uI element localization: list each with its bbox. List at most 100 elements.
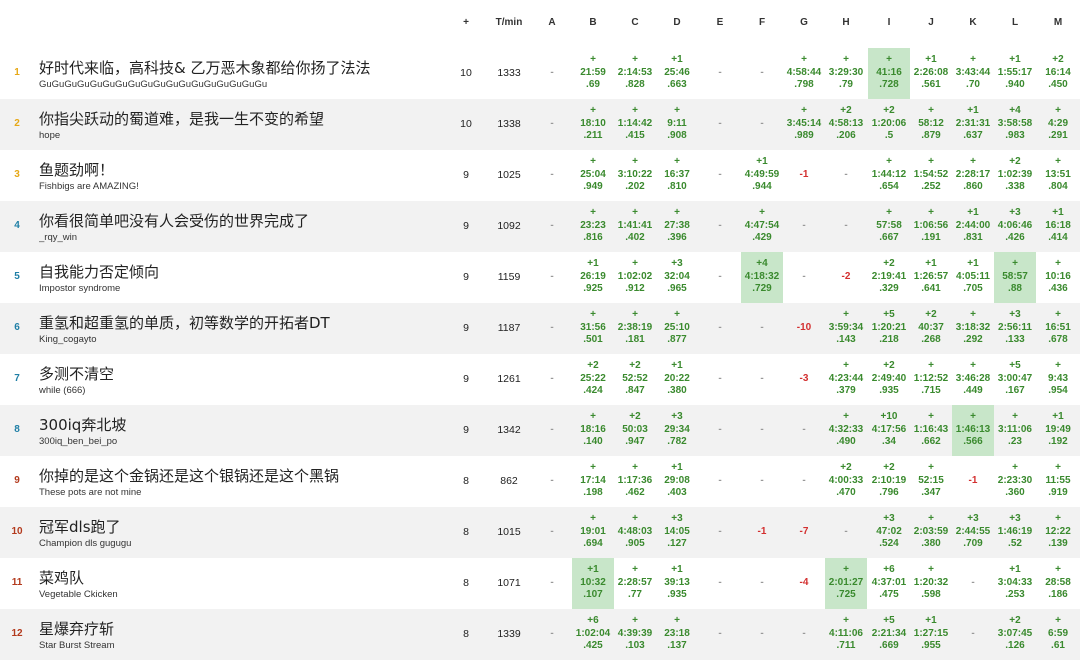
problem-cell-j[interactable]: +1:16:43.662 — [910, 405, 952, 456]
problem-cell-e[interactable]: - — [699, 99, 741, 150]
team-row[interactable]: 7 多测不清空 while (666) 9 1261- +2 25:22.424 +2 52:5… — [0, 354, 1080, 405]
team-name[interactable]: 你指尖跃动的蜀道难，是我一生不变的希望 — [39, 108, 409, 129]
problem-cell-c[interactable]: +2:14:53.828 — [614, 48, 656, 99]
problem-cell-a[interactable]: - — [531, 99, 573, 150]
problem-cell-f[interactable]: +4:47:54.429 — [741, 201, 783, 252]
problem-cell-i[interactable]: +5 1:20:21.218 — [868, 303, 910, 354]
problem-cell-h[interactable]: +2:01:27.725 — [825, 558, 867, 609]
problem-cell-b[interactable]: +2 25:22.424 — [572, 354, 614, 405]
problem-cell-f[interactable]: - — [741, 405, 783, 456]
problem-cell-b[interactable]: +17:14.198 — [572, 456, 614, 507]
problem-cell-j[interactable]: +1 2:26:08.561 — [910, 48, 952, 99]
problem-cell-d[interactable]: +3 29:34.782 — [656, 405, 698, 456]
team-row[interactable]: 9 你掉的是这个金锅还是这个银锅还是这个黑锅 These pots are not … — [0, 456, 1080, 507]
problem-cell-j[interactable]: +58:12.879 — [910, 99, 952, 150]
problem-cell-m[interactable]: +4:29.291 — [1037, 99, 1079, 150]
team-row[interactable]: 4 你看很简单吧没有人会受伤的世界完成了 _rqy_win 9 1092 - +23:23.… — [0, 201, 1080, 252]
problem-cell-a[interactable]: - — [531, 303, 573, 354]
team-row[interactable]: 2 你指尖跃动的蜀道难，是我一生不变的希望 hope 10 1338 - +18:10.21… — [0, 99, 1080, 150]
team-name[interactable]: 冠军dls跑了 — [39, 516, 409, 537]
problem-cell-l[interactable]: +1 3:04:33.253 — [994, 558, 1036, 609]
problem-cell-h[interactable]: - — [825, 201, 867, 252]
problem-cell-m[interactable]: +1 16:18.414 — [1037, 201, 1079, 252]
problem-cell-k[interactable]: +3:18:32.292 — [952, 303, 994, 354]
problem-cell-h[interactable]: +3:59:34.143 — [825, 303, 867, 354]
problem-cell-j[interactable]: +1:20:32.598 — [910, 558, 952, 609]
problem-cell-f[interactable]: -1 — [741, 507, 783, 558]
problem-cell-j[interactable]: +1:54:52.252 — [910, 150, 952, 201]
problem-cell-j[interactable]: +1:12:52.715 — [910, 354, 952, 405]
problem-header-e[interactable]: E — [699, 17, 741, 28]
team-name[interactable]: 星爆弃疗斩 — [39, 618, 409, 639]
problem-cell-m[interactable]: +12:22.139 — [1037, 507, 1079, 558]
problem-cell-a[interactable]: - — [531, 48, 573, 99]
problem-cell-f[interactable]: +1 4:49:59.944 — [741, 150, 783, 201]
team-name[interactable]: 多测不清空 — [39, 363, 409, 384]
problem-cell-e[interactable]: - — [699, 252, 741, 303]
team-row[interactable]: 12 星爆弃疗斩 Star Burst Stream 8 1339 - +6 1:02:04.… — [0, 609, 1080, 660]
problem-cell-m[interactable]: +6:59.61 — [1037, 609, 1079, 660]
problem-cell-k[interactable]: +3 2:44:55.709 — [952, 507, 994, 558]
problem-header-l[interactable]: L — [994, 17, 1036, 28]
problem-header-k[interactable]: K — [952, 17, 994, 28]
problem-cell-h[interactable]: +3:29:30.79 — [825, 48, 867, 99]
problem-cell-d[interactable]: +23:18.137 — [656, 609, 698, 660]
problem-cell-h[interactable]: +2 4:00:33.470 — [825, 456, 867, 507]
problem-cell-d[interactable]: +27:38.396 — [656, 201, 698, 252]
problem-cell-c[interactable]: +4:48:03.905 — [614, 507, 656, 558]
problem-cell-d[interactable]: +1 20:22.380 — [656, 354, 698, 405]
problem-cell-k[interactable]: +3:46:28.449 — [952, 354, 994, 405]
problem-cell-a[interactable]: - — [531, 354, 573, 405]
problem-cell-a[interactable]: - — [531, 609, 573, 660]
problem-cell-e[interactable]: - — [699, 405, 741, 456]
problem-cell-b[interactable]: +19:01.694 — [572, 507, 614, 558]
problem-cell-m[interactable]: +9:43.954 — [1037, 354, 1079, 405]
problem-cell-c[interactable]: +4:39:39.103 — [614, 609, 656, 660]
problem-cell-k[interactable]: +1 4:05:11.705 — [952, 252, 994, 303]
problem-cell-i[interactable]: +2 2:49:40.935 — [868, 354, 910, 405]
problem-header-j[interactable]: J — [910, 17, 952, 28]
problem-cell-i[interactable]: +41:16.728 — [868, 48, 910, 99]
problem-cell-j[interactable]: +2:03:59.380 — [910, 507, 952, 558]
problem-cell-h[interactable]: +4:11:06.711 — [825, 609, 867, 660]
problem-cell-e[interactable]: - — [699, 201, 741, 252]
team-row[interactable]: 10 冠军dls跑了 Champion dls gugugu 8 1015 - +19:01… — [0, 507, 1080, 558]
problem-cell-j[interactable]: +1 1:27:15.955 — [910, 609, 952, 660]
problem-cell-i[interactable]: +2 2:19:41.329 — [868, 252, 910, 303]
problem-cell-d[interactable]: +3 14:05.127 — [656, 507, 698, 558]
problem-cell-m[interactable]: +16:51.678 — [1037, 303, 1079, 354]
problem-cell-l[interactable]: +4 3:58:58.983 — [994, 99, 1036, 150]
problem-cell-i[interactable]: +1:44:12.654 — [868, 150, 910, 201]
problem-cell-g[interactable]: -10 — [783, 303, 825, 354]
team-name[interactable]: 你掉的是这个金锅还是这个银锅还是这个黑锅 — [39, 465, 409, 486]
problem-cell-i[interactable]: +10 4:17:56.34 — [868, 405, 910, 456]
problem-cell-f[interactable]: - — [741, 303, 783, 354]
problem-cell-g[interactable]: -4 — [783, 558, 825, 609]
problem-cell-l[interactable]: +2 1:02:39.338 — [994, 150, 1036, 201]
problem-cell-e[interactable]: - — [699, 609, 741, 660]
problem-header-i[interactable]: I — [868, 17, 910, 28]
problem-cell-m[interactable]: +11:55.919 — [1037, 456, 1079, 507]
problem-cell-i[interactable]: +5 2:21:34.669 — [868, 609, 910, 660]
problem-cell-g[interactable]: +3:45:14.989 — [783, 99, 825, 150]
problem-cell-g[interactable]: - — [783, 201, 825, 252]
problem-cell-a[interactable]: - — [531, 507, 573, 558]
problem-cell-m[interactable]: +2 16:14.450 — [1037, 48, 1079, 99]
problem-cell-k[interactable]: -1 — [952, 456, 994, 507]
problem-cell-c[interactable]: +2:28:57.77 — [614, 558, 656, 609]
problem-cell-j[interactable]: +1:06:56.191 — [910, 201, 952, 252]
problem-cell-a[interactable]: - — [531, 405, 573, 456]
problem-cell-a[interactable]: - — [531, 456, 573, 507]
problem-cell-k[interactable]: +3:43:44.70 — [952, 48, 994, 99]
team-name[interactable]: 菜鸡队 — [39, 567, 409, 588]
problem-cell-d[interactable]: +1 25:46.663 — [656, 48, 698, 99]
problem-cell-m[interactable]: +1 19:49.192 — [1037, 405, 1079, 456]
problem-cell-f[interactable]: - — [741, 456, 783, 507]
problem-header-c[interactable]: C — [614, 17, 656, 28]
problem-cell-c[interactable]: +2 52:52.847 — [614, 354, 656, 405]
problem-cell-l[interactable]: +1 1:55:17.940 — [994, 48, 1036, 99]
problem-cell-k[interactable]: +1 2:31:31.637 — [952, 99, 994, 150]
problem-cell-d[interactable]: +3 32:04.965 — [656, 252, 698, 303]
problem-cell-c[interactable]: +1:02:02.912 — [614, 252, 656, 303]
problem-cell-a[interactable]: - — [531, 201, 573, 252]
